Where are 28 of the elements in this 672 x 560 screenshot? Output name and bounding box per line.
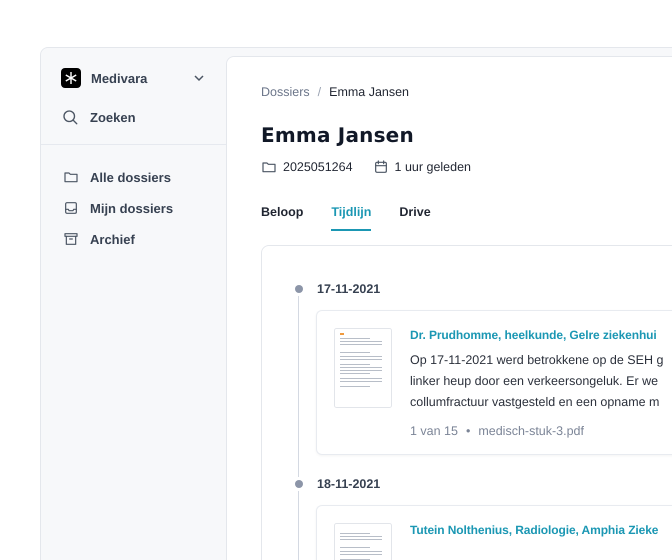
file-name: medisch-stuk-3.pdf bbox=[478, 424, 584, 438]
tab[interactable]: Drive bbox=[399, 205, 431, 231]
breadcrumb-link[interactable]: Dossiers bbox=[261, 85, 310, 99]
asterisk-logo-icon bbox=[61, 68, 81, 88]
timeline-dot bbox=[295, 285, 303, 293]
timeline-dot bbox=[295, 480, 303, 488]
meta-text: 2025051264 bbox=[283, 160, 353, 174]
document-card[interactable]: Dr. Prudhomme, heelkunde, Gelre ziekenhui Op 17-11-2021 werd betrokkene op de SEH g linker heup door een verkeersongeluk. Er we collumfractuur vastgesteld en een opname m 1 van 15 • medisch-stuk-3.pdf bbox=[316, 310, 672, 455]
document-summary: Op 17-11-2021 werd betrokkene op de SEH g linker heup door een verkeersongeluk. Er we collumfractuur vastgesteld en een opname m bbox=[410, 352, 664, 411]
separator-dot: • bbox=[466, 424, 470, 438]
meta-text: 1 uur geleden bbox=[394, 160, 471, 174]
breadcrumb-current: Emma Jansen bbox=[329, 85, 410, 99]
breadcrumb-separator: / bbox=[318, 85, 322, 99]
sidebar-item[interactable]: Mijn dossiers bbox=[63, 200, 204, 216]
search-button[interactable]: Zoeken bbox=[61, 108, 206, 126]
timeline-date: 17-11-2021 bbox=[317, 282, 380, 296]
search-icon bbox=[61, 108, 79, 126]
inbox-icon bbox=[63, 200, 79, 216]
page-title: Emma Jansen bbox=[261, 123, 415, 147]
tab[interactable]: Beloop bbox=[261, 205, 304, 231]
sidebar-item[interactable]: Archief bbox=[63, 231, 204, 247]
sidebar-item[interactable]: Alle dossiers bbox=[63, 169, 204, 185]
document-thumbnail[interactable] bbox=[334, 328, 392, 408]
calendar-icon bbox=[372, 159, 389, 175]
archive-icon bbox=[63, 231, 79, 247]
timeline-date: 18-11-2021 bbox=[317, 477, 380, 491]
page-count: 1 van 15 bbox=[410, 424, 458, 438]
workspace-name: Medivara bbox=[91, 70, 148, 86]
